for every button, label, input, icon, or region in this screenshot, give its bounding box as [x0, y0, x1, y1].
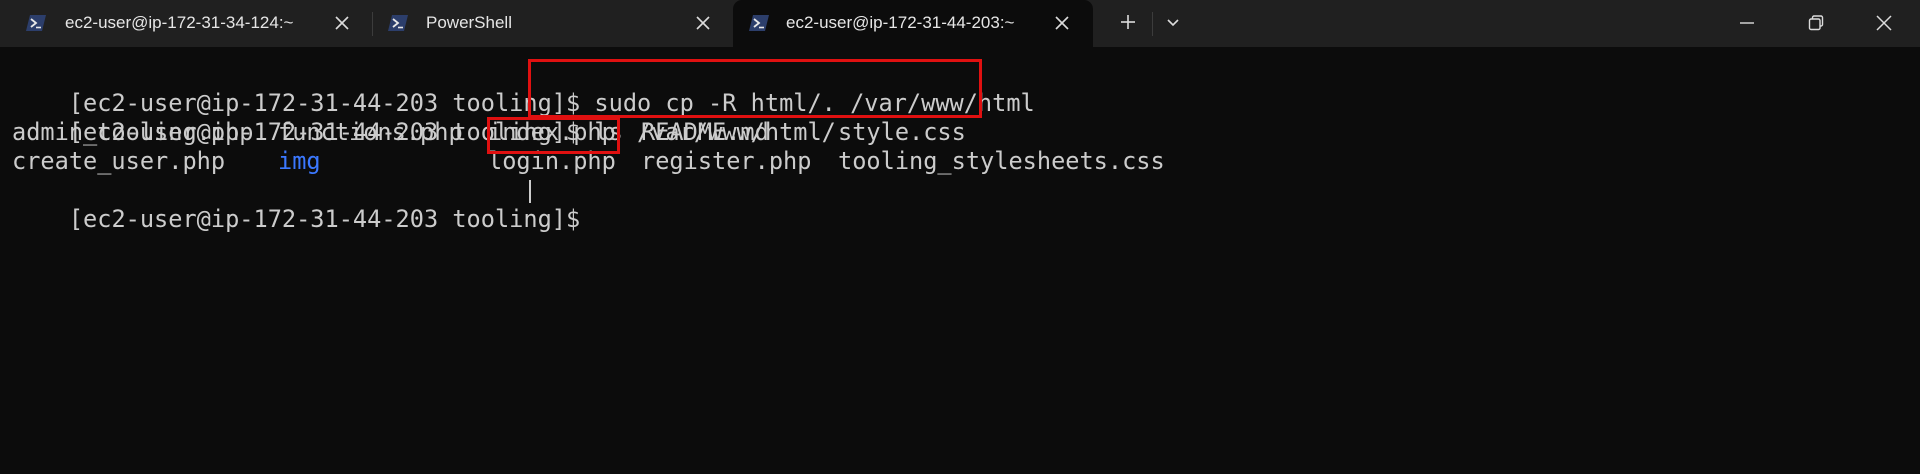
- close-icon[interactable]: [693, 13, 713, 33]
- terminal-line: [ec2-user@ip-172-31-44-203 tooling]$: [12, 176, 594, 233]
- file-name: README.md: [641, 118, 769, 146]
- prompt: [ec2-user@ip-172-31-44-203 tooling]$: [68, 205, 595, 233]
- powershell-icon: [749, 15, 769, 31]
- file-name: admin_tooling.php: [12, 118, 254, 146]
- tab-ec2-user-34-124[interactable]: ec2-user@ip-172-31-34-124:~: [0, 0, 362, 47]
- powershell-icon: [388, 15, 408, 31]
- tab-divider: [1152, 12, 1153, 36]
- terminal-pane[interactable]: [ec2-user@ip-172-31-44-203 tooling]$ sud…: [0, 47, 1920, 474]
- highlight-box-index-php: [487, 117, 620, 154]
- close-icon[interactable]: [332, 13, 352, 33]
- tab-title: ec2-user@ip-172-31-34-124:~: [65, 13, 294, 32]
- file-name: style.css: [838, 118, 966, 146]
- file-name: tooling_stylesheets.css: [838, 147, 1165, 175]
- text-cursor: [529, 180, 531, 203]
- close-icon[interactable]: [1874, 13, 1894, 33]
- tab-title: ec2-user@ip-172-31-44-203:~: [786, 13, 1015, 32]
- file-name: register.php: [641, 147, 812, 175]
- directory-name: img: [278, 147, 321, 175]
- powershell-icon: [26, 15, 46, 31]
- chevron-down-icon[interactable]: [1163, 13, 1183, 33]
- plus-icon[interactable]: [1118, 12, 1138, 32]
- title-bar: ec2-user@ip-172-31-34-124:~ PowerShell e…: [0, 0, 1920, 47]
- minimize-icon[interactable]: [1737, 13, 1757, 33]
- restore-icon[interactable]: [1806, 13, 1826, 33]
- tab-powershell[interactable]: PowerShell: [360, 0, 725, 47]
- file-name: functions.php: [278, 118, 463, 146]
- tab-title: PowerShell: [426, 13, 512, 32]
- file-name: create_user.php: [12, 147, 226, 175]
- close-icon[interactable]: [1052, 13, 1072, 33]
- highlight-box-commands: [528, 59, 982, 118]
- tab-ec2-user-44-203[interactable]: ec2-user@ip-172-31-44-203:~: [733, 0, 1093, 47]
